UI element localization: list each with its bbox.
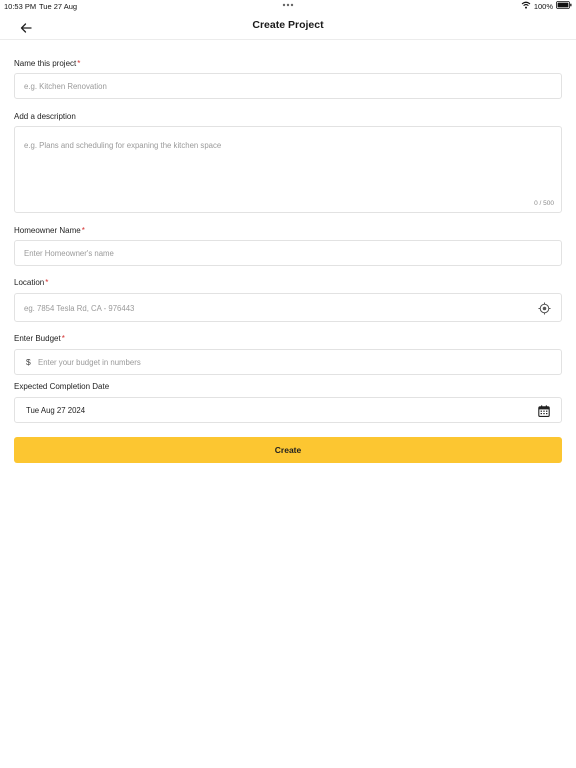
create-button[interactable]: Create xyxy=(14,437,562,463)
required-marker: * xyxy=(61,334,65,343)
currency-symbol: $ xyxy=(26,357,31,367)
location-input[interactable]: eg. 7854 Tesla Rd, CA - 976443 xyxy=(14,293,562,322)
page-title: Create Project xyxy=(252,19,324,31)
homeowner-name-input[interactable]: Enter Homeowner's name xyxy=(14,240,562,266)
budget-placeholder: Enter your budget in numbers xyxy=(38,358,141,367)
status-indicators: 100% xyxy=(521,1,572,11)
wifi-icon xyxy=(521,1,531,11)
crosshair-icon[interactable] xyxy=(537,301,551,315)
budget-label-text: Enter Budget xyxy=(14,334,61,343)
description-label: Add a description xyxy=(14,112,76,121)
required-marker: * xyxy=(45,278,49,287)
location-placeholder: eg. 7854 Tesla Rd, CA - 976443 xyxy=(24,304,135,313)
status-date: Tue 27 Aug xyxy=(39,2,78,11)
completion-date-value: Tue Aug 27 2024 xyxy=(26,406,86,415)
project-name-label: Name this project* xyxy=(14,59,80,68)
battery-icon xyxy=(556,1,572,11)
location-label-text: Location xyxy=(14,278,45,287)
calendar-icon[interactable] xyxy=(537,404,551,418)
homeowner-label-text: Homeowner Name xyxy=(14,226,81,235)
location-label: Location* xyxy=(14,278,48,287)
status-time: 10:53 PM xyxy=(4,2,37,11)
description-textarea[interactable]: e.g. Plans and scheduling for expaning t… xyxy=(14,126,562,213)
homeowner-placeholder: Enter Homeowner's name xyxy=(24,249,114,258)
header: Create Project xyxy=(0,12,576,40)
budget-input[interactable]: $ Enter your budget in numbers xyxy=(14,349,562,375)
completion-date-picker[interactable]: Tue Aug 27 2024 xyxy=(14,397,562,423)
project-name-input[interactable]: e.g. Kitchen Renovation xyxy=(14,73,562,99)
status-bar: 10:53 PM Tue 27 Aug 100% xyxy=(0,0,576,12)
required-marker: * xyxy=(77,59,81,68)
project-name-placeholder: e.g. Kitchen Renovation xyxy=(24,82,107,91)
project-name-label-text: Name this project xyxy=(14,59,77,68)
character-counter: 0 / 500 xyxy=(534,200,554,207)
description-placeholder: e.g. Plans and scheduling for expaning t… xyxy=(24,141,222,150)
battery-percentage: 100% xyxy=(533,1,553,11)
multitasking-dots-icon[interactable] xyxy=(281,1,295,9)
required-marker: * xyxy=(81,226,85,235)
budget-label: Enter Budget* xyxy=(14,334,65,343)
homeowner-label: Homeowner Name* xyxy=(14,226,85,235)
completion-date-label: Expected Completion Date xyxy=(14,382,110,391)
